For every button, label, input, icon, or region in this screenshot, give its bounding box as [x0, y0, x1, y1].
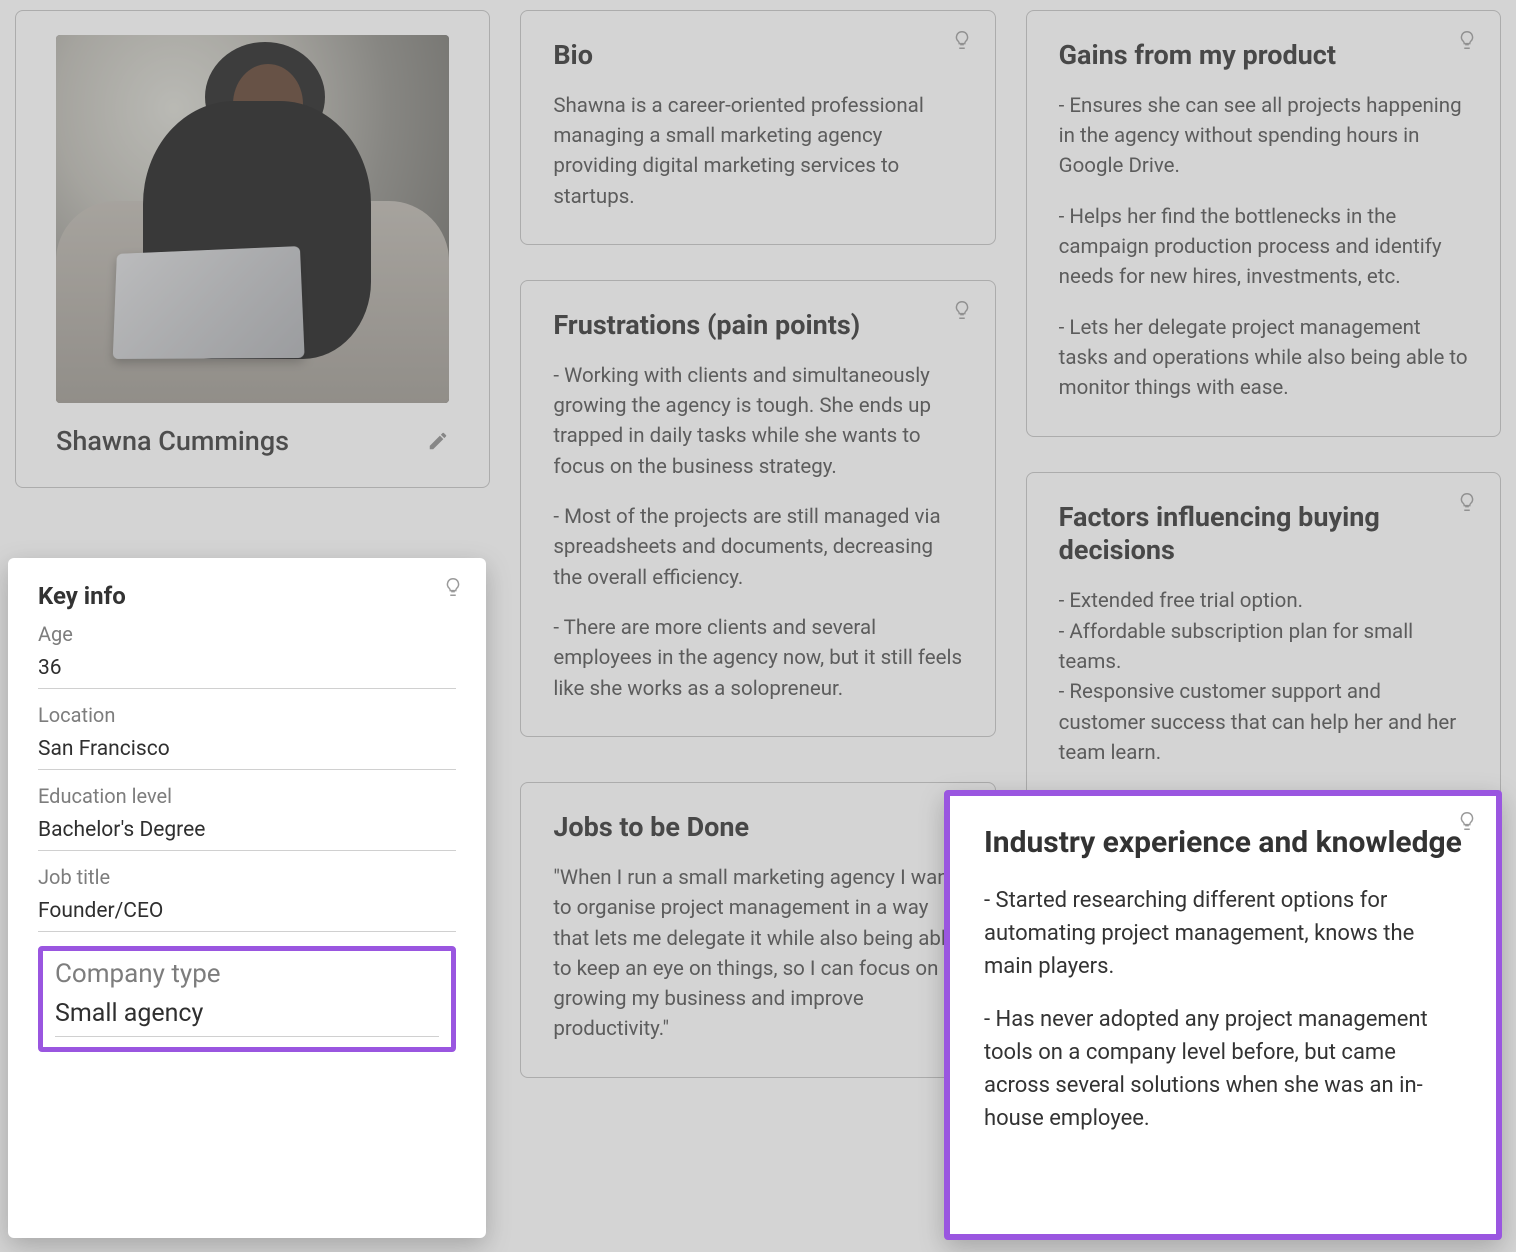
- lightbulb-icon[interactable]: [1456, 491, 1478, 513]
- edit-icon[interactable]: [427, 430, 449, 452]
- factors-title: Factors influencing buying decisions: [1059, 501, 1468, 569]
- lightbulb-icon[interactable]: [1456, 810, 1478, 832]
- apple-logo-icon: [182, 291, 202, 315]
- field-value[interactable]: Small agency: [55, 995, 439, 1037]
- lightbulb-icon[interactable]: [951, 29, 973, 51]
- field-education[interactable]: Education level Bachelor's Degree: [38, 784, 456, 851]
- industry-title: Industry experience and knowledge: [984, 824, 1462, 862]
- factors-body: - Extended free trial option. - Affordab…: [1059, 586, 1468, 768]
- field-value[interactable]: San Francisco: [38, 733, 456, 770]
- jtbd-title: Jobs to be Done: [553, 811, 962, 845]
- field-label: Company type: [55, 959, 439, 989]
- factors-card[interactable]: Factors influencing buying decisions - E…: [1026, 472, 1501, 801]
- bio-card[interactable]: Bio Shawna is a career-oriented professi…: [520, 10, 995, 245]
- lightbulb-icon[interactable]: [1456, 29, 1478, 51]
- persona-photo[interactable]: [56, 35, 449, 403]
- field-companytype[interactable]: Company type Small agency: [55, 959, 439, 1037]
- field-label: Education level: [38, 784, 456, 808]
- bio-title: Bio: [553, 39, 962, 73]
- field-location[interactable]: Location San Francisco: [38, 703, 456, 770]
- frustrations-title: Frustrations (pain points): [553, 309, 962, 343]
- frustrations-body: - Working with clients and simultaneousl…: [553, 361, 962, 704]
- lightbulb-icon[interactable]: [951, 299, 973, 321]
- field-value[interactable]: Bachelor's Degree: [38, 814, 456, 851]
- field-companytype-highlight: Company type Small agency: [38, 946, 456, 1052]
- frustrations-card[interactable]: Frustrations (pain points) - Working wit…: [520, 280, 995, 737]
- gains-body: - Ensures she can see all projects happe…: [1059, 91, 1468, 404]
- jtbd-card[interactable]: Jobs to be Done "When I run a small mark…: [520, 782, 995, 1078]
- gains-card[interactable]: Gains from my product - Ensures she can …: [1026, 10, 1501, 437]
- keyinfo-card[interactable]: Key info Age 36 Location San Francisco E…: [8, 558, 486, 1238]
- industry-card[interactable]: Industry experience and knowledge - Star…: [944, 790, 1502, 1240]
- field-label: Location: [38, 703, 456, 727]
- bio-body: Shawna is a career-oriented professional…: [553, 91, 962, 212]
- field-value[interactable]: Founder/CEO: [38, 895, 456, 932]
- field-age[interactable]: Age 36: [38, 622, 456, 689]
- field-label: Age: [38, 622, 456, 646]
- lightbulb-icon[interactable]: [442, 576, 464, 598]
- field-jobtitle[interactable]: Job title Founder/CEO: [38, 865, 456, 932]
- field-label: Job title: [38, 865, 456, 889]
- jtbd-body: "When I run a small marketing agency I w…: [553, 863, 962, 1045]
- field-value[interactable]: 36: [38, 652, 456, 689]
- board-column-2: Bio Shawna is a career-oriented professi…: [520, 10, 995, 1078]
- keyinfo-title: Key info: [38, 582, 456, 610]
- persona-name: Shawna Cummings: [56, 425, 289, 457]
- gains-title: Gains from my product: [1059, 39, 1468, 73]
- industry-body: - Started researching different options …: [984, 884, 1462, 1135]
- profile-card[interactable]: Shawna Cummings: [15, 10, 490, 488]
